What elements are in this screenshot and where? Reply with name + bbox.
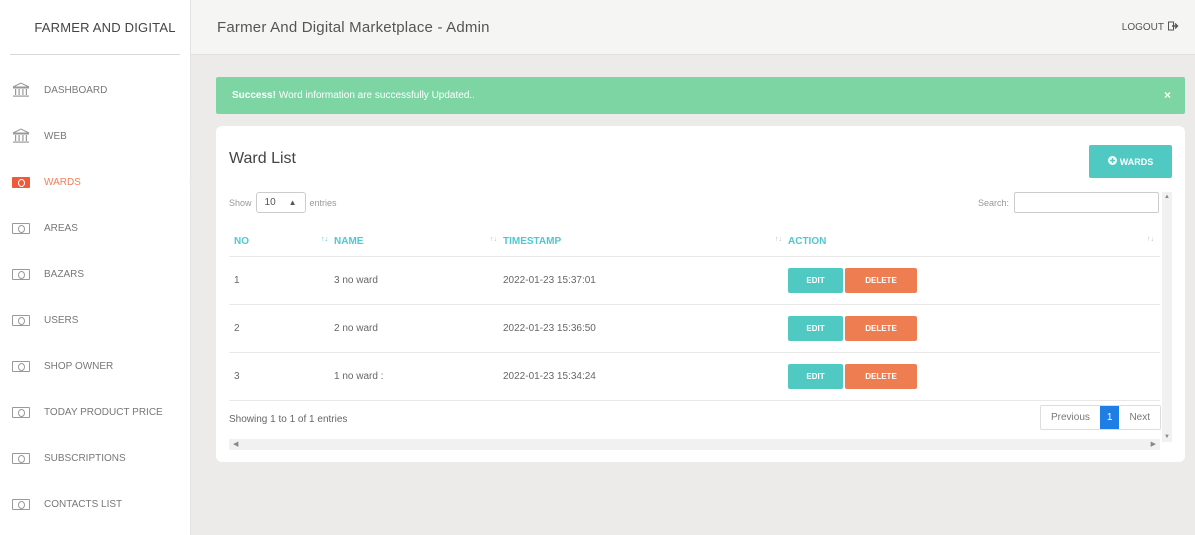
sidebar-item-label: AREAS [44,222,78,234]
scroll-right-icon[interactable]: ▶ [1151,440,1156,448]
sort-icon: ↑↓ [1147,236,1154,244]
cell-timestamp: 2022-01-23 15:37:01 [503,256,788,305]
column-header-no[interactable]: NO ↑↓ [229,228,334,257]
page-1-button[interactable]: 1 [1099,406,1120,429]
brand-name: FARMER AND DIGITAL [10,0,180,55]
sort-arrows-icon: ▲︎ [288,198,297,207]
search-label: Search: [977,197,1009,208]
cell-name: 1 no ward : [334,352,503,401]
sort-icon: ↑↓ [775,236,782,244]
column-header-name[interactable]: NAME ↑↓ [334,228,503,257]
table-info: Showing 1 to 1 of 1 entries [229,414,348,425]
money-icon [11,220,31,236]
show-label: Show [229,197,252,208]
sidebar-item-areas[interactable]: AREAS [0,205,190,251]
sidebar-item-label: WEB [44,130,67,142]
sidebar-nav: DASHBOARD WEB WARDS AREAS BAZARS USERS S… [0,67,199,527]
entries-label: entries [309,197,337,208]
sidebar-item-label: SUBSCRIPTIONS [44,452,126,464]
logout-link[interactable]: LOGOUT [1122,21,1179,34]
pagination: Previous 1 Next [1039,405,1161,430]
sidebar: FARMER AND DIGITAL DASHBOARD WEB WARDS A… [0,0,199,535]
cell-timestamp: 2022-01-23 15:36:50 [503,304,788,353]
sort-icon: ↑↓ [490,236,497,244]
table-row: 3 1 no ward : 2022-01-23 15:34:24 EDIT DE… [229,352,1160,401]
sidebar-item-users[interactable]: USERS [0,297,190,343]
ward-table: NO ↑↓ NAME ↑↓ TIMESTAMP ↑↓ ACTION ↑↓ 1 3… [229,228,1160,401]
sidebar-item-web[interactable]: WEB [0,113,190,159]
money-icon [11,496,31,512]
active-indicator [189,169,199,197]
sidebar-item-label: TODAY PRODUCT PRICE [44,406,163,418]
table-header-row: NO ↑↓ NAME ↑↓ TIMESTAMP ↑↓ ACTION ↑↓ [229,228,1160,257]
table-search: Search: [978,192,1159,213]
close-icon[interactable]: × [1164,88,1171,102]
next-page-button[interactable]: Next [1119,406,1160,429]
delete-button[interactable]: DELETE [845,267,917,293]
sidebar-item-label: CONTACTS LIST [44,498,123,510]
bank-icon [11,128,31,144]
scroll-left-icon[interactable]: ◀ [233,440,238,448]
cell-no: 2 [229,304,334,353]
sign-out-icon [1168,21,1179,34]
entries-value: 10 [264,197,276,208]
cell-name: 3 no ward [334,256,503,305]
horizontal-scrollbar[interactable]: ◀ ▶ [229,439,1160,450]
sidebar-item-label: SHOP OWNER [44,360,114,372]
ward-list-card: Ward List WARDS Show 10 ▲︎ entries Searc… [216,126,1185,462]
table-row: 2 2 no ward 2022-01-23 15:36:50 EDIT DELE… [229,304,1160,353]
sidebar-item-shop-owner[interactable]: SHOP OWNER [0,343,190,389]
sort-icon: ↑↓ [321,236,328,244]
success-alert: Success! Word information are successful… [216,77,1185,114]
card-title: Ward List [229,150,296,167]
cell-timestamp: 2022-01-23 15:34:24 [503,352,788,401]
sidebar-item-label: WARDS [44,176,81,188]
sidebar-item-wards[interactable]: WARDS [0,159,199,205]
sidebar-item-contacts-list[interactable]: CONTACTS LIST [0,481,190,527]
top-header: Farmer And Digital Marketplace - Admin L… [191,0,1195,55]
cell-action: EDIT DELETE [788,256,1160,305]
add-ward-label: WARDS [1119,156,1154,167]
page-title: Farmer And Digital Marketplace - Admin [217,18,490,36]
edit-button[interactable]: EDIT [788,267,843,293]
scroll-down-icon[interactable]: ▼ [1164,434,1170,440]
cell-action: EDIT DELETE [788,352,1160,401]
delete-button[interactable]: DELETE [845,363,917,389]
cell-no: 1 [229,256,334,305]
sidebar-item-label: DASHBOARD [44,84,108,96]
sidebar-item-label: BAZARS [44,268,85,280]
sidebar-item-bazars[interactable]: BAZARS [0,251,190,297]
sidebar-item-subscriptions[interactable]: SUBSCRIPTIONS [0,435,190,481]
money-icon [11,450,31,466]
sidebar-item-dashboard[interactable]: DASHBOARD [0,67,190,113]
column-header-action[interactable]: ACTION ↑↓ [788,228,1160,257]
entries-select[interactable]: 10 ▲︎ [255,192,306,213]
previous-page-button[interactable]: Previous [1041,406,1100,429]
bank-icon [11,82,31,98]
column-header-timestamp[interactable]: TIMESTAMP ↑↓ [503,228,788,257]
sidebar-item-label: USERS [44,314,79,326]
search-input[interactable] [1014,192,1159,213]
money-icon [11,404,31,420]
cell-no: 3 [229,352,334,401]
edit-button[interactable]: EDIT [788,363,843,389]
cell-action: EDIT DELETE [788,304,1160,353]
table-row: 1 3 no ward 2022-01-23 15:37:01 EDIT DELE… [229,256,1160,305]
logout-label: LOGOUT [1121,21,1164,33]
sidebar-item-today-product-price[interactable]: TODAY PRODUCT PRICE [0,389,190,435]
money-icon [11,266,31,282]
edit-button[interactable]: EDIT [788,315,843,341]
vertical-scrollbar[interactable]: ▲ ▼ [1162,192,1172,442]
cell-name: 2 no ward [334,304,503,353]
money-icon [11,358,31,374]
plus-circle-icon [1107,156,1117,167]
delete-button[interactable]: DELETE [845,315,917,341]
add-ward-button[interactable]: WARDS [1089,145,1172,178]
alert-strong: Success! [232,90,276,101]
money-icon [11,312,31,328]
entries-length: Show 10 ▲︎ entries [229,192,337,213]
money-icon [11,174,31,190]
scroll-up-icon[interactable]: ▲ [1164,194,1170,200]
alert-message: Word information are successfully Update… [278,90,475,101]
